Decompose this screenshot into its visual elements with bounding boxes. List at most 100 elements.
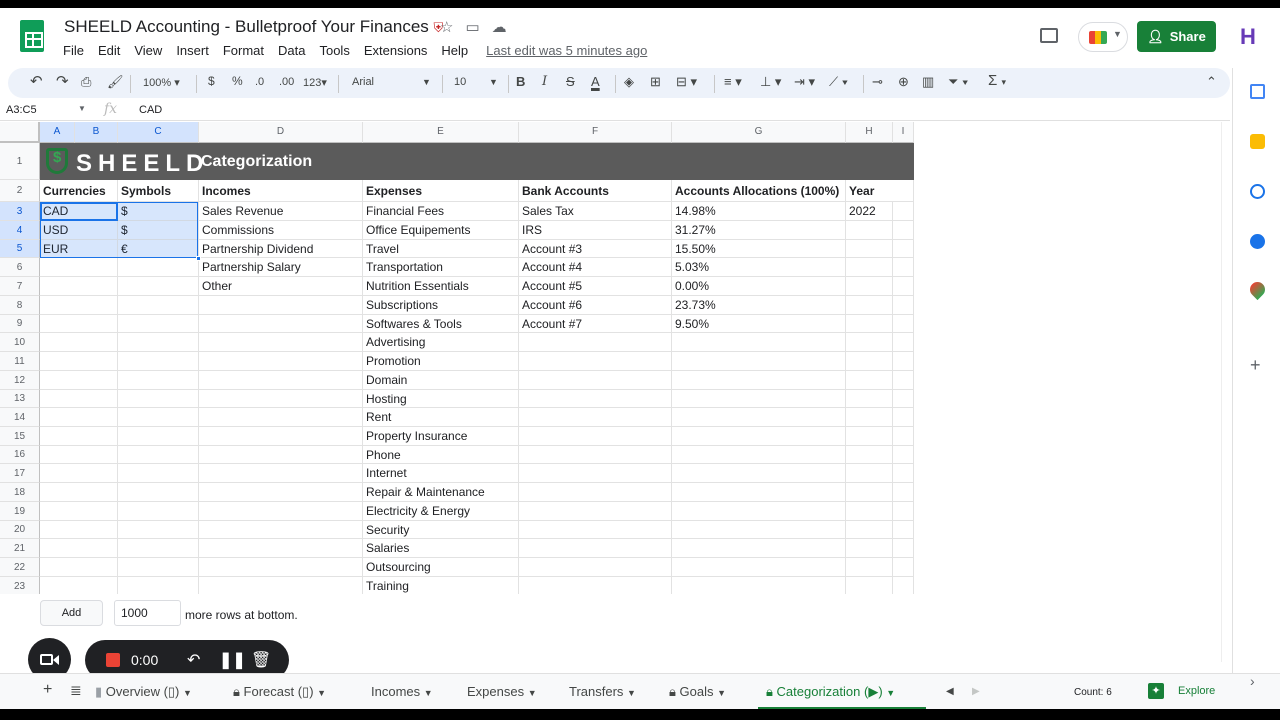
merge-cells-icon[interactable]: ⊟ ▾ xyxy=(676,74,697,90)
bank-account-cell[interactable] xyxy=(519,371,672,390)
select-all-corner[interactable] xyxy=(0,122,40,143)
year-cell[interactable] xyxy=(846,390,893,408)
cell[interactable] xyxy=(893,502,914,521)
year-cell[interactable] xyxy=(846,315,893,333)
horizontal-align-icon[interactable]: ≡ ▾ xyxy=(724,74,742,90)
maps-icon[interactable] xyxy=(1246,278,1269,301)
header-incomes[interactable]: Incomes xyxy=(199,180,363,202)
currency-cell[interactable] xyxy=(40,577,118,594)
menu-file[interactable]: File xyxy=(63,43,84,58)
bank-account-cell[interactable]: Account #7 xyxy=(519,315,672,333)
row-header[interactable]: 17 xyxy=(0,464,40,483)
row-header[interactable]: 1 xyxy=(0,143,40,180)
chevron-down-icon[interactable]: ▼ xyxy=(489,77,498,87)
italic-button[interactable]: I xyxy=(542,74,547,89)
allocation-cell[interactable] xyxy=(672,390,846,408)
bank-account-cell[interactable] xyxy=(519,539,672,558)
currency-cell[interactable] xyxy=(40,502,118,521)
income-cell[interactable]: Sales Revenue xyxy=(199,202,363,221)
currency-cell[interactable]: EUR xyxy=(40,240,118,258)
delete-icon[interactable]: 🗑︎ xyxy=(251,650,271,670)
vertical-align-icon[interactable]: ⊥ ▾ xyxy=(760,74,781,90)
move-folder-icon[interactable]: ▭ xyxy=(465,18,479,36)
bank-account-cell[interactable] xyxy=(519,352,672,371)
bank-account-cell[interactable]: Account #5 xyxy=(519,277,672,296)
row-header[interactable]: 3 xyxy=(0,202,40,221)
bank-account-cell[interactable] xyxy=(519,577,672,594)
tab-incomes[interactable]: Incomes ▼ xyxy=(371,684,433,699)
allocation-cell[interactable] xyxy=(672,539,846,558)
symbol-cell[interactable]: $ xyxy=(118,202,199,221)
allocation-cell[interactable] xyxy=(672,464,846,483)
zoom-select[interactable]: 100% ▾ xyxy=(143,76,180,89)
formula-input[interactable]: CAD xyxy=(139,104,162,116)
expense-cell[interactable]: Salaries xyxy=(363,539,519,558)
cell[interactable] xyxy=(893,390,914,408)
cell[interactable] xyxy=(893,371,914,390)
row-header[interactable]: 10 xyxy=(0,333,40,352)
allocation-cell[interactable] xyxy=(672,371,846,390)
cell[interactable] xyxy=(893,521,914,539)
row-header[interactable]: 19 xyxy=(0,502,40,521)
row-header[interactable]: 16 xyxy=(0,446,40,464)
allocation-cell[interactable] xyxy=(672,558,846,577)
income-cell[interactable] xyxy=(199,464,363,483)
cloud-status-icon[interactable]: ☁ xyxy=(492,18,507,36)
year-cell[interactable] xyxy=(846,352,893,371)
tab-overview[interactable]: ▮ Overview (▯) ▼ xyxy=(95,684,192,700)
contacts-icon[interactable] xyxy=(1250,234,1265,249)
decrease-decimal-button[interactable]: .0 xyxy=(255,76,264,88)
cell[interactable] xyxy=(893,202,914,221)
currency-cell[interactable] xyxy=(40,408,118,427)
income-cell[interactable] xyxy=(199,539,363,558)
cell[interactable] xyxy=(893,464,914,483)
expense-cell[interactable]: Repair & Maintenance xyxy=(363,483,519,502)
currency-cell[interactable] xyxy=(40,521,118,539)
year-cell[interactable] xyxy=(846,371,893,390)
income-cell[interactable] xyxy=(199,446,363,464)
tab-transfers[interactable]: Transfers ▼ xyxy=(569,684,636,699)
keep-icon[interactable] xyxy=(1250,134,1265,149)
income-cell[interactable]: Partnership Salary xyxy=(199,258,363,277)
currency-cell[interactable] xyxy=(40,483,118,502)
header-allocations[interactable]: Accounts Allocations (100%) xyxy=(672,180,846,202)
fill-handle[interactable] xyxy=(196,256,201,261)
bank-account-cell[interactable] xyxy=(519,464,672,483)
allocation-cell[interactable]: 0.00% xyxy=(672,277,846,296)
symbol-cell[interactable] xyxy=(118,296,199,315)
year-cell[interactable] xyxy=(846,446,893,464)
income-cell[interactable] xyxy=(199,352,363,371)
avatar[interactable]: H xyxy=(1235,24,1261,50)
pause-icon[interactable]: ❚❚ xyxy=(219,650,246,670)
strikethrough-button[interactable]: S xyxy=(566,74,575,89)
year-cell[interactable] xyxy=(846,240,893,258)
font-select[interactable]: Arial xyxy=(352,76,374,88)
percent-format-button[interactable]: % xyxy=(232,74,243,88)
allocation-cell[interactable]: 23.73% xyxy=(672,296,846,315)
column-header[interactable]: B xyxy=(75,122,118,143)
income-cell[interactable] xyxy=(199,371,363,390)
cell[interactable] xyxy=(893,221,914,240)
year-cell[interactable] xyxy=(846,502,893,521)
symbol-cell[interactable] xyxy=(118,390,199,408)
year-cell[interactable] xyxy=(846,408,893,427)
cell[interactable] xyxy=(893,558,914,577)
expense-cell[interactable]: Advertising xyxy=(363,333,519,352)
borders-icon[interactable]: ⊞ xyxy=(650,74,661,90)
currency-cell[interactable] xyxy=(40,558,118,577)
bank-account-cell[interactable]: Account #3 xyxy=(519,240,672,258)
expense-cell[interactable]: Office Equipements xyxy=(363,221,519,240)
allocation-cell[interactable] xyxy=(672,502,846,521)
year-cell[interactable] xyxy=(846,521,893,539)
expense-cell[interactable]: Training xyxy=(363,577,519,594)
column-header[interactable]: C xyxy=(118,122,199,143)
bank-account-cell[interactable] xyxy=(519,446,672,464)
collapse-menus-icon[interactable]: ⌃ xyxy=(1206,74,1217,90)
cell[interactable] xyxy=(893,277,914,296)
row-header[interactable]: 15 xyxy=(0,427,40,446)
menu-data[interactable]: Data xyxy=(278,43,305,58)
year-cell[interactable] xyxy=(846,221,893,240)
bank-account-cell[interactable]: IRS xyxy=(519,221,672,240)
row-header[interactable]: 9 xyxy=(0,315,40,333)
spreadsheet-grid[interactable]: ABCDEFGHI 1 2 3 4 5 6 7 8 9 10 11 12 13 14 15 16 17 18 19 2… xyxy=(0,122,914,594)
